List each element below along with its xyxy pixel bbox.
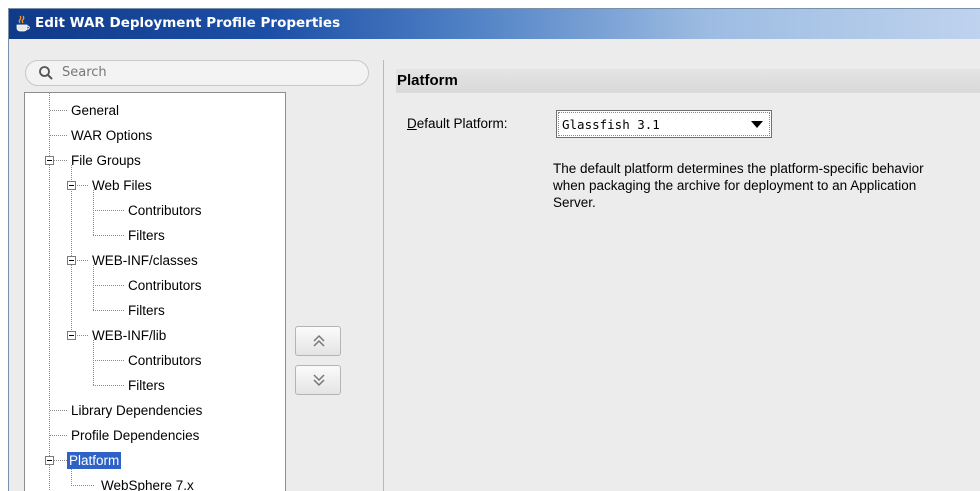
collapse-toggle-icon[interactable] [67, 331, 76, 340]
tree-item-filters[interactable]: Filters [126, 377, 167, 394]
window-title: Edit WAR Deployment Profile Properties [35, 15, 341, 31]
profile-navigation-tree[interactable]: General WAR Options File Groups Web File… [24, 92, 286, 491]
select-value: Glassfish 3.1 [562, 117, 660, 132]
tree-item-websphere[interactable]: WebSphere 7.x [99, 477, 196, 491]
tree-item-web-inf-lib[interactable]: WEB-INF/lib [90, 327, 168, 344]
tree-item-filters[interactable]: Filters [126, 227, 167, 244]
platform-description: The default platform determines the plat… [553, 160, 980, 211]
tree-item-platform[interactable]: Platform [67, 452, 122, 469]
chevron-double-up-icon [313, 334, 325, 347]
tree-item-profile-dependencies[interactable]: Profile Dependencies [69, 427, 201, 444]
collapse-toggle-icon[interactable] [45, 456, 54, 465]
label-text: efault Platform: [416, 116, 508, 131]
title-bar[interactable]: Edit WAR Deployment Profile Properties [9, 9, 980, 39]
tree-item-war-options[interactable]: WAR Options [69, 127, 154, 144]
dialog-window: Edit WAR Deployment Profile Properties S… [8, 8, 980, 491]
tree-item-contributors[interactable]: Contributors [126, 202, 204, 219]
tree-item-contributors[interactable]: Contributors [126, 277, 204, 294]
chevron-double-down-icon [313, 374, 325, 387]
description-line: when packaging the archive for deploymen… [553, 178, 917, 193]
properties-panel: Platform Default Platform: Glassfish 3.1… [383, 60, 980, 491]
mnemonic-letter: D [407, 116, 417, 131]
tree-item-general[interactable]: General [69, 102, 121, 119]
tree-item-web-files[interactable]: Web Files [90, 177, 154, 194]
move-up-button[interactable] [295, 326, 341, 356]
default-platform-label: Default Platform: [407, 116, 508, 131]
tree-item-contributors[interactable]: Contributors [126, 352, 204, 369]
dropdown-arrow-icon[interactable] [751, 121, 763, 128]
default-platform-select[interactable]: Glassfish 3.1 [556, 110, 772, 138]
search-icon [39, 66, 53, 80]
section-header [396, 69, 980, 93]
tree-item-library-dependencies[interactable]: Library Dependencies [69, 402, 204, 419]
description-line: The default platform determines the plat… [553, 161, 924, 176]
search-input[interactable]: Search [25, 60, 369, 86]
collapse-toggle-icon[interactable] [67, 256, 76, 265]
collapse-toggle-icon[interactable] [67, 181, 76, 190]
java-cup-icon [16, 15, 30, 32]
description-line: Server. [553, 195, 596, 210]
tree-item-file-groups[interactable]: File Groups [69, 152, 143, 169]
tree-item-filters[interactable]: Filters [126, 302, 167, 319]
section-title: Platform [397, 72, 458, 89]
collapse-toggle-icon[interactable] [45, 156, 54, 165]
tree-item-web-inf-classes[interactable]: WEB-INF/classes [90, 252, 200, 269]
move-down-button[interactable] [295, 365, 341, 395]
search-placeholder: Search [62, 65, 107, 80]
